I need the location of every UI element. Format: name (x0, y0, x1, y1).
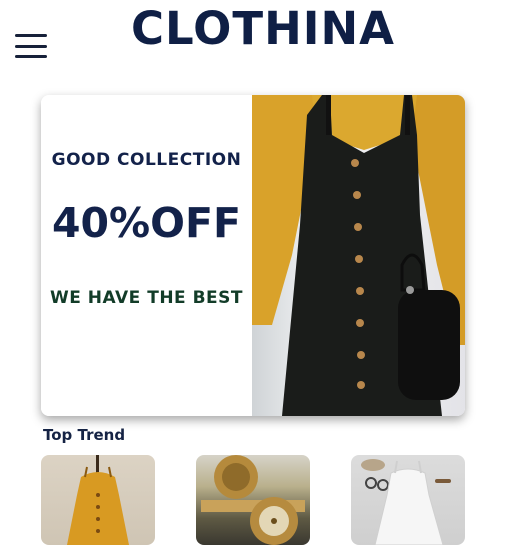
brand-logo: CLOTHINA (131, 2, 395, 55)
banner-tagline: WE HAVE THE BEST (50, 288, 243, 308)
trend-item-gold-watch[interactable] (196, 455, 310, 545)
white-dress-photo (361, 459, 451, 545)
promo-banner[interactable]: GOOD COLLECTION 40%OFF WE HAVE THE BEST (41, 95, 465, 416)
gold-watch-photo (201, 455, 305, 545)
trend-item-white-dress[interactable] (351, 455, 465, 545)
top-trend-title: Top Trend (43, 426, 126, 444)
banner-photo (252, 95, 465, 416)
yellow-dress-photo (67, 455, 129, 545)
dress-photo-illustration (252, 95, 465, 416)
trend-item-yellow-dress[interactable] (41, 455, 155, 545)
banner-offer: 40%OFF (51, 199, 241, 247)
banner-kicker: GOOD COLLECTION (51, 150, 242, 170)
banner-text-panel: GOOD COLLECTION 40%OFF WE HAVE THE BEST (41, 95, 252, 416)
menu-bar (15, 55, 47, 58)
